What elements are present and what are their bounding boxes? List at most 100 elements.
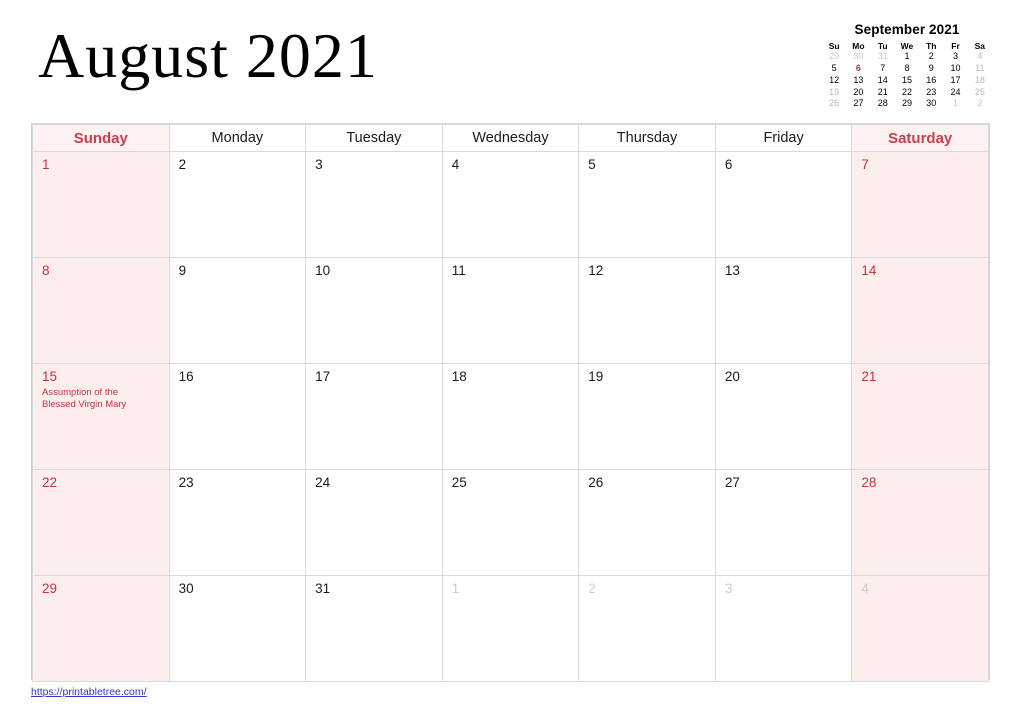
- day-number: 6: [724, 157, 733, 172]
- calendar-day-cell[interactable]: 29: [32, 575, 170, 682]
- mini-day-cell: 25: [974, 86, 985, 97]
- mini-day-cell: 9: [928, 63, 934, 73]
- mini-calendar-table: Su Mo Tu We Th Fr Sa 29 30 31 1 2 3 4 5 6 7 8 9 10 11 12 13 14…: [822, 40, 992, 110]
- calendar-day-cell[interactable]: 20: [714, 363, 853, 470]
- calendar-day-cell[interactable]: 24: [305, 469, 443, 576]
- day-number: 26: [588, 475, 604, 490]
- day-number: 7: [861, 157, 869, 172]
- calendar-day-cell[interactable]: 8: [32, 257, 170, 364]
- mini-day-cell: 23: [926, 86, 937, 97]
- calendar-day-cell[interactable]: 27: [714, 469, 853, 576]
- mini-weekday-header: Mo: [852, 40, 865, 51]
- mini-day-cell: 26: [829, 98, 840, 109]
- mini-day-cell: 17: [950, 74, 961, 85]
- day-number: 14: [861, 263, 877, 278]
- calendar-day-cell[interactable]: 17: [305, 363, 443, 470]
- day-number: 4: [861, 581, 869, 596]
- calendar-day-cell[interactable]: 10: [305, 257, 443, 364]
- calendar-day-cell[interactable]: 18: [441, 363, 580, 470]
- mini-weekday-header: Sa: [974, 40, 986, 51]
- mini-day-cell: 3: [953, 51, 959, 62]
- mini-day-cell: 16: [926, 74, 937, 85]
- mini-weekday-header: We: [900, 40, 914, 51]
- day-number: 8: [42, 263, 50, 278]
- mini-day-cell: 29: [829, 51, 840, 62]
- day-number: 10: [315, 263, 331, 278]
- weekday-header-friday: Friday: [714, 124, 853, 152]
- mini-day-cell: 15: [901, 74, 912, 85]
- calendar-day-cell[interactable]: 22: [32, 469, 170, 576]
- mini-day-cell: 11: [975, 63, 985, 73]
- page-title: August 2021: [38, 20, 378, 91]
- calendar-day-cell[interactable]: 12: [578, 257, 716, 364]
- mini-calendar-body: 29 30 31 1 2 3 4 5 6 7 8 9 10 11 12 13 14 15 16 17 18 19 20 21 2…: [822, 51, 992, 110]
- day-number: 9: [178, 263, 187, 278]
- calendar-day-cell[interactable]: 13: [714, 257, 853, 364]
- weekday-header-tuesday: Tuesday: [305, 124, 443, 152]
- day-number: 27: [724, 475, 740, 490]
- calendar-day-cell[interactable]: 26: [578, 469, 716, 576]
- mini-weekday-header: Th: [926, 40, 937, 51]
- mini-day-cell: 6: [855, 63, 861, 73]
- mini-day-cell: 19: [829, 86, 840, 97]
- calendar-day-cell[interactable]: 1: [441, 575, 580, 682]
- calendar-day-cell[interactable]: 1: [32, 151, 170, 258]
- day-number: 15: [42, 369, 58, 384]
- day-number: 22: [42, 475, 58, 490]
- day-number: 29: [42, 581, 58, 596]
- calendar-day-cell[interactable]: 14: [851, 257, 989, 364]
- weekday-header-thursday: Thursday: [578, 124, 716, 152]
- mini-day-cell: 7: [880, 63, 886, 73]
- day-number: 17: [315, 369, 331, 384]
- calendar-day-cell[interactable]: 28: [851, 469, 989, 576]
- calendar-week-row: 8 9 10 11 12 13 14: [32, 257, 989, 364]
- calendar-day-cell[interactable]: 4: [851, 575, 989, 682]
- mini-day-cell: 4: [977, 51, 983, 62]
- calendar-day-cell[interactable]: 23: [168, 469, 307, 576]
- day-number: 24: [315, 475, 331, 490]
- calendar-day-cell[interactable]: 31: [305, 575, 443, 682]
- day-number: 1: [451, 581, 460, 596]
- calendar-day-cell[interactable]: 2: [578, 575, 716, 682]
- calendar-day-cell[interactable]: 9: [168, 257, 307, 364]
- mini-day-cell: 28: [877, 98, 888, 109]
- mini-day-cell: 30: [926, 98, 937, 109]
- calendar-day-cell[interactable]: 15 Assumption of the Blessed Virgin Mary: [32, 363, 170, 470]
- mini-day-cell: 27: [853, 98, 864, 109]
- calendar-day-cell[interactable]: 11: [441, 257, 580, 364]
- day-number: 28: [861, 475, 877, 490]
- day-number: 3: [724, 581, 733, 596]
- weekday-header-monday: Monday: [168, 124, 307, 152]
- day-number: 1: [42, 157, 50, 172]
- calendar-day-cell[interactable]: 16: [168, 363, 307, 470]
- calendar-day-cell[interactable]: 4: [441, 151, 580, 258]
- day-number: 2: [588, 581, 596, 596]
- mini-day-cell: 24: [950, 86, 961, 97]
- calendar-day-cell[interactable]: 3: [714, 575, 853, 682]
- calendar-day-cell[interactable]: 25: [441, 469, 580, 576]
- day-number: 11: [451, 263, 466, 278]
- calendar-week-row: 1 2 3 4 5 6 7: [32, 151, 989, 258]
- calendar-week-row: 15 Assumption of the Blessed Virgin Mary 1…: [32, 363, 989, 470]
- mini-day-cell: 18: [974, 74, 985, 85]
- calendar-day-cell[interactable]: 5: [578, 151, 716, 258]
- day-number: 5: [588, 157, 596, 172]
- day-number: 4: [451, 157, 460, 172]
- mini-calendar: September 2021 Su Mo Tu We Th Fr Sa 29 30 31 1 2 3 4…: [822, 22, 992, 110]
- day-number: 19: [588, 369, 604, 384]
- calendar-day-cell[interactable]: 7: [851, 151, 989, 258]
- weekday-header-saturday: Saturday: [851, 124, 989, 152]
- calendar-day-cell[interactable]: 3: [305, 151, 443, 258]
- calendar-day-cell[interactable]: 2: [168, 151, 307, 258]
- source-url-link[interactable]: https://printabletree.com/: [31, 686, 147, 698]
- calendar-week-row: 29 30 31 1 2 3 4: [32, 575, 989, 682]
- day-number: 21: [861, 369, 877, 384]
- calendar-day-cell[interactable]: 21: [851, 363, 989, 470]
- weekday-header-sunday: Sunday: [32, 124, 170, 152]
- calendar-day-cell[interactable]: 30: [168, 575, 307, 682]
- calendar-day-cell[interactable]: 6: [714, 151, 853, 258]
- day-number: 12: [588, 263, 604, 278]
- mini-weekday-header: Su: [828, 40, 840, 51]
- calendar-day-cell[interactable]: 19: [578, 363, 716, 470]
- mini-day-cell: 29: [901, 98, 912, 109]
